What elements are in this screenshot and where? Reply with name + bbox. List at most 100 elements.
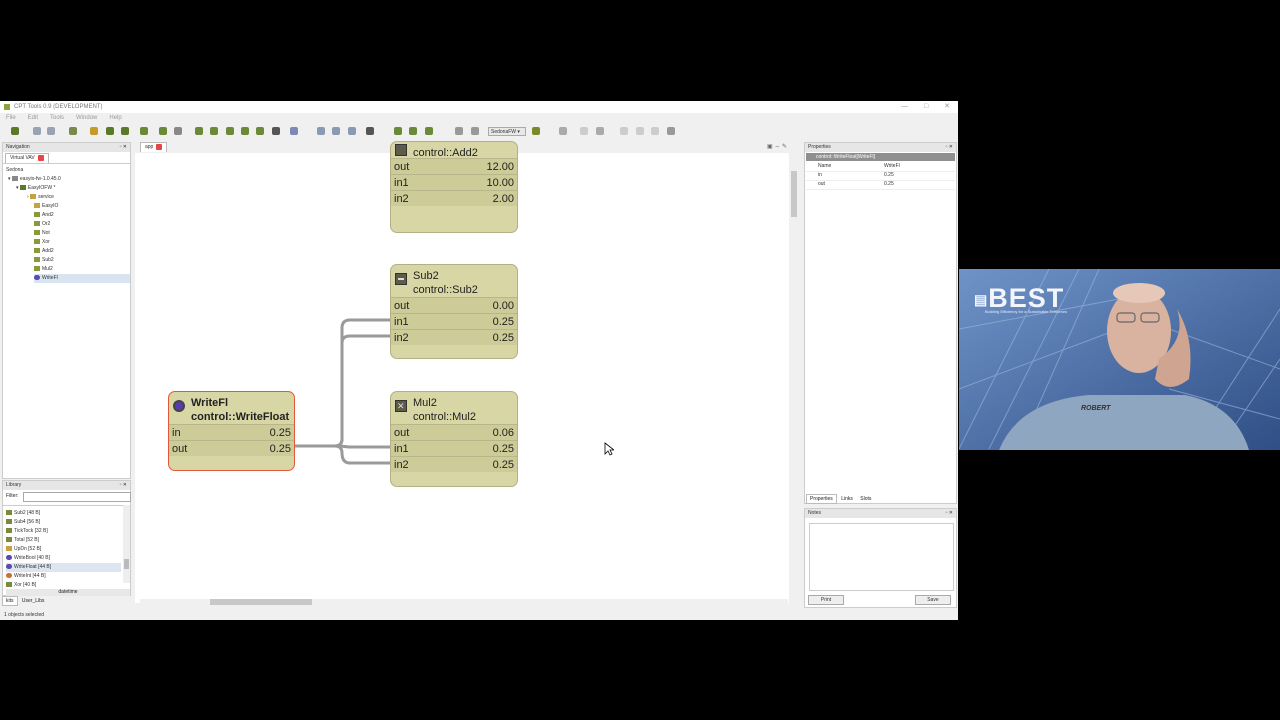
tree-item[interactable]: And2 bbox=[34, 211, 54, 220]
library-item[interactable]: WriteInt [44 B] bbox=[6, 572, 121, 581]
slot-in1[interactable]: in1 0.25 bbox=[391, 440, 517, 456]
tool-icon[interactable] bbox=[159, 127, 167, 135]
redo-icon[interactable] bbox=[471, 127, 479, 135]
forward-icon[interactable] bbox=[47, 127, 55, 135]
tab-app[interactable]: app bbox=[140, 142, 168, 152]
tab-properties[interactable]: Properties bbox=[806, 494, 837, 504]
close-icon[interactable]: ▫ ✕ bbox=[120, 481, 127, 490]
slot-in2[interactable]: in2 0.25 bbox=[391, 456, 517, 472]
tree-item[interactable]: Not bbox=[34, 229, 50, 238]
wire-writefl-to-sub2-in2[interactable] bbox=[295, 334, 391, 448]
tree-item[interactable]: › service bbox=[27, 193, 54, 202]
save-button[interactable]: Save bbox=[915, 595, 951, 605]
slot-out[interactable]: out 0.06 bbox=[391, 424, 517, 440]
wire-writefl-to-mul2-in2[interactable] bbox=[295, 444, 391, 465]
plus-icon[interactable] bbox=[636, 127, 644, 135]
component-writefl[interactable]: WriteFl control::WriteFloat in 0.25 out 0.2… bbox=[168, 391, 295, 471]
library-item[interactable]: TickTock [32 B] bbox=[6, 527, 121, 536]
library-item-selected[interactable]: WriteFloat [44 B] bbox=[6, 563, 121, 572]
save-icon[interactable] bbox=[106, 127, 114, 135]
duplicate-icon[interactable] bbox=[241, 127, 249, 135]
menu-edit[interactable]: Edit bbox=[28, 115, 38, 121]
deploy-icon[interactable] bbox=[394, 127, 402, 135]
slot-in2[interactable]: in2 2.00 bbox=[391, 190, 517, 206]
arrow-icon[interactable] bbox=[651, 127, 659, 135]
tree-item[interactable]: ▾ easyio-fw-1.0.45.0 bbox=[8, 175, 61, 184]
close-icon[interactable]: ▫ ✕ bbox=[946, 143, 953, 152]
refresh-icon[interactable] bbox=[559, 127, 567, 135]
menu-tools[interactable]: Tools bbox=[50, 115, 64, 121]
close-icon[interactable]: ✕ bbox=[944, 103, 950, 110]
slot-in2[interactable]: in2 0.25 bbox=[391, 329, 517, 345]
paste-icon[interactable] bbox=[210, 127, 218, 135]
open-icon[interactable] bbox=[69, 127, 77, 135]
tree-item[interactable]: Or2 bbox=[34, 220, 50, 229]
close-tab-icon[interactable] bbox=[37, 154, 44, 161]
notes-textarea[interactable] bbox=[809, 523, 954, 591]
step-icon[interactable] bbox=[580, 127, 588, 135]
tree-item[interactable]: Xor bbox=[34, 238, 50, 247]
run-icon[interactable] bbox=[532, 127, 540, 135]
tab-slots[interactable]: Slots bbox=[857, 495, 874, 503]
library-item[interactable]: WriteBool [40 B] bbox=[6, 554, 121, 563]
menu-window[interactable]: Window bbox=[76, 115, 97, 121]
tree-item[interactable]: Sedona bbox=[6, 166, 23, 175]
kit-icon[interactable] bbox=[425, 127, 433, 135]
slot-in1[interactable]: in1 0.25 bbox=[391, 313, 517, 329]
layout-icon[interactable] bbox=[290, 127, 298, 135]
library-item[interactable]: Sub4 [56 B] bbox=[6, 518, 121, 527]
tree-item[interactable]: ▾ EasyIOFW * bbox=[16, 184, 55, 193]
component-sub2[interactable]: Sub2 control::Sub2 out 0.00 in1 0.25 in2 0.2… bbox=[390, 264, 518, 359]
slot-out[interactable]: out 12.00 bbox=[391, 158, 517, 174]
rename-icon[interactable] bbox=[256, 127, 264, 135]
undo-icon[interactable] bbox=[455, 127, 463, 135]
maximize-icon[interactable]: □ bbox=[924, 103, 928, 110]
tab-links[interactable]: Links bbox=[838, 495, 856, 503]
connect-icon[interactable] bbox=[90, 127, 98, 135]
editor-view-icons[interactable]: ▣ ⇔ ✎ bbox=[767, 143, 787, 150]
copy-icon[interactable] bbox=[195, 127, 203, 135]
slot-out[interactable]: out 0.25 bbox=[169, 440, 294, 456]
print-icon[interactable] bbox=[174, 127, 182, 135]
tree-item[interactable]: Sub2 bbox=[34, 256, 54, 265]
library-group[interactable]: datetime bbox=[6, 589, 130, 596]
library-scrollbar[interactable] bbox=[123, 505, 130, 583]
grid-icon[interactable] bbox=[667, 127, 675, 135]
zoom-out-icon[interactable] bbox=[332, 127, 340, 135]
library-item[interactable]: Sub2 [48 B] bbox=[6, 509, 121, 518]
platform-select[interactable]: SedonaFW ▾ bbox=[488, 127, 526, 136]
slot-in[interactable]: in 0.25 bbox=[169, 424, 294, 440]
slot-out[interactable]: out 0.00 bbox=[391, 297, 517, 313]
close-icon[interactable]: ▫ ✕ bbox=[946, 509, 953, 518]
component-mul2[interactable]: ✕ Mul2 control::Mul2 out 0.06 in1 0.25 in2 0… bbox=[390, 391, 518, 487]
tree-item[interactable]: Add2 bbox=[34, 247, 54, 256]
tree-item[interactable]: EasyIO bbox=[34, 202, 58, 211]
cut-icon[interactable] bbox=[226, 127, 234, 135]
link-icon[interactable] bbox=[140, 127, 148, 135]
device-icon[interactable] bbox=[366, 127, 374, 135]
tab-virtual-vav[interactable]: Virtual VAV bbox=[5, 153, 49, 163]
canvas-horizontal-scrollbar[interactable] bbox=[140, 599, 788, 605]
tree-item[interactable]: Mul2 bbox=[34, 265, 53, 274]
print-button[interactable]: Print bbox=[808, 595, 844, 605]
library-item[interactable]: Total [52 B] bbox=[6, 536, 121, 545]
zoom-fit-icon[interactable] bbox=[348, 127, 356, 135]
build-icon[interactable] bbox=[409, 127, 417, 135]
menu-file[interactable]: File bbox=[6, 115, 16, 121]
wrench-icon[interactable] bbox=[620, 127, 628, 135]
wiresheet-canvas[interactable]: control::Add2 out 12.00 in1 10.00 in2 2.00 … bbox=[135, 141, 789, 603]
zoom-in-icon[interactable] bbox=[317, 127, 325, 135]
tab-kits[interactable]: kits bbox=[2, 596, 18, 606]
property-row[interactable]: out 0.25 bbox=[806, 180, 955, 190]
binoculars-icon[interactable] bbox=[272, 127, 280, 135]
component-add2[interactable]: control::Add2 out 12.00 in1 10.00 in2 2.00 bbox=[390, 141, 518, 233]
close-icon[interactable]: ▫ ✕ bbox=[120, 143, 127, 152]
library-item[interactable]: UpDn [52 B] bbox=[6, 545, 121, 554]
canvas-vertical-scrollbar[interactable] bbox=[790, 153, 798, 603]
save-all-icon[interactable] bbox=[121, 127, 129, 135]
tree-item-selected[interactable]: WriteFl bbox=[34, 274, 130, 283]
filter-input[interactable] bbox=[23, 492, 131, 502]
slot-in1[interactable]: in1 10.00 bbox=[391, 174, 517, 190]
app-icon-button[interactable] bbox=[11, 127, 19, 135]
minimize-icon[interactable]: — bbox=[901, 103, 908, 110]
